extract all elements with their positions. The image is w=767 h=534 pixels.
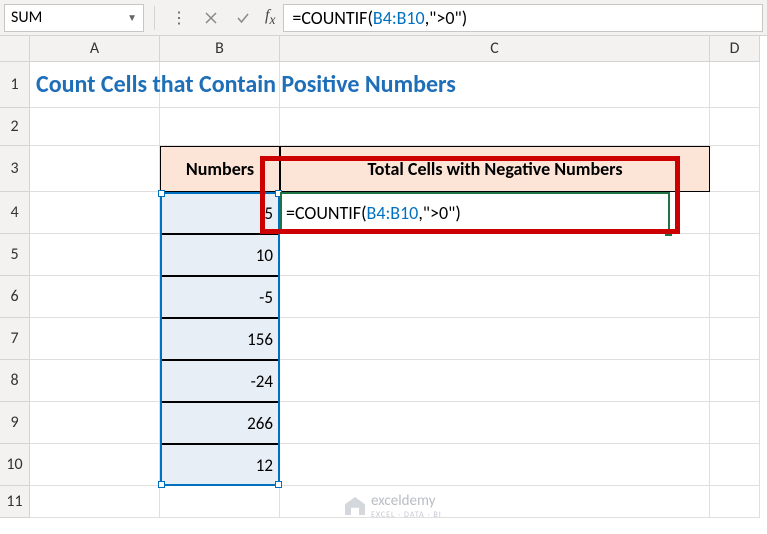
dots-icon: ⋮ — [165, 5, 193, 31]
select-all-corner[interactable] — [0, 36, 30, 62]
cell-b4[interactable]: 5 — [160, 192, 280, 234]
cell-d3[interactable] — [710, 146, 760, 192]
column-headers: ABCD — [30, 36, 767, 62]
cell-d6[interactable] — [710, 276, 760, 318]
name-box-value: SUM — [11, 8, 42, 27]
cell-b2[interactable] — [160, 108, 280, 146]
row-header-4[interactable]: 4 — [0, 192, 30, 234]
cell-d10[interactable] — [710, 444, 760, 486]
cell-b11[interactable] — [160, 486, 280, 518]
cell-a2[interactable] — [30, 108, 160, 146]
formula-text: =COUNTIF(B4:B10,">0") — [292, 7, 467, 29]
cell-d8[interactable] — [710, 360, 760, 402]
cell-b9[interactable]: 266 — [160, 402, 280, 444]
cell-c11[interactable] — [280, 486, 710, 518]
cell-a9[interactable] — [30, 402, 160, 444]
row-header-2[interactable]: 2 — [0, 108, 30, 146]
cell-d4[interactable] — [710, 192, 760, 234]
row-header-10[interactable]: 10 — [0, 444, 30, 486]
cell-a8[interactable] — [30, 360, 160, 402]
spreadsheet-grid: 1234567891011 ABCD Count Cells that Cont… — [0, 36, 767, 518]
cell-b6[interactable]: -5 — [160, 276, 280, 318]
enter-icon[interactable] — [229, 5, 257, 31]
cell-c6[interactable] — [280, 276, 710, 318]
cell-d7[interactable] — [710, 318, 760, 360]
cell-c8[interactable] — [280, 360, 710, 402]
cell-d9[interactable] — [710, 402, 760, 444]
cell-a7[interactable] — [30, 318, 160, 360]
dropdown-icon[interactable]: ▼ — [127, 11, 137, 24]
cancel-icon[interactable] — [197, 5, 225, 31]
row-header-11[interactable]: 11 — [0, 486, 30, 518]
cell-c9[interactable] — [280, 402, 710, 444]
formula-bar: SUM ▼ ⋮ fx =COUNTIF(B4:B10,">0") — [0, 0, 767, 36]
cell-d1[interactable] — [710, 62, 760, 108]
cell-a5[interactable] — [30, 234, 160, 276]
cell-a11[interactable] — [30, 486, 160, 518]
cell-c7[interactable] — [280, 318, 710, 360]
cell-b10[interactable]: 12 — [160, 444, 280, 486]
cell-d11[interactable] — [710, 486, 760, 518]
active-cell-edit[interactable]: =COUNTIF(B4:B10,">0") — [280, 192, 670, 234]
row-header-1[interactable]: 1 — [0, 62, 30, 108]
cell-c5[interactable] — [280, 234, 710, 276]
cell-b5[interactable]: 10 — [160, 234, 280, 276]
cell-a10[interactable] — [30, 444, 160, 486]
name-box[interactable]: SUM ▼ — [4, 4, 144, 32]
cells-area[interactable]: Count Cells that Contain Positive Number… — [30, 62, 767, 518]
row-header-9[interactable]: 9 — [0, 402, 30, 444]
col-header-c[interactable]: C — [280, 36, 710, 62]
cell-c2[interactable] — [280, 108, 710, 146]
col-header-b[interactable]: B — [160, 36, 280, 62]
row-header-5[interactable]: 5 — [0, 234, 30, 276]
cell-a4[interactable] — [30, 192, 160, 234]
cell-b7[interactable]: 156 — [160, 318, 280, 360]
edit-text: =COUNTIF(B4:B10,">0") — [286, 202, 461, 224]
row-header-7[interactable]: 7 — [0, 318, 30, 360]
row-header-3[interactable]: 3 — [0, 146, 30, 192]
cell-a1[interactable]: Count Cells that Contain Positive Number… — [30, 62, 160, 108]
divider — [154, 6, 155, 30]
cell-d5[interactable] — [710, 234, 760, 276]
cell-a6[interactable] — [30, 276, 160, 318]
cell-b3[interactable]: Numbers — [160, 146, 280, 192]
cell-d2[interactable] — [710, 108, 760, 146]
row-headers: 1234567891011 — [0, 62, 30, 518]
formula-input[interactable]: =COUNTIF(B4:B10,">0") — [283, 4, 763, 32]
col-header-a[interactable]: A — [30, 36, 160, 62]
col-header-d[interactable]: D — [710, 36, 760, 62]
cell-c10[interactable] — [280, 444, 710, 486]
cell-a3[interactable] — [30, 146, 160, 192]
row-header-6[interactable]: 6 — [0, 276, 30, 318]
cell-c3[interactable]: Total Cells with Negative Numbers — [280, 146, 710, 192]
fill-handle[interactable] — [665, 229, 672, 236]
cell-b8[interactable]: -24 — [160, 360, 280, 402]
row-header-8[interactable]: 8 — [0, 360, 30, 402]
fx-icon[interactable]: fx — [265, 7, 275, 28]
